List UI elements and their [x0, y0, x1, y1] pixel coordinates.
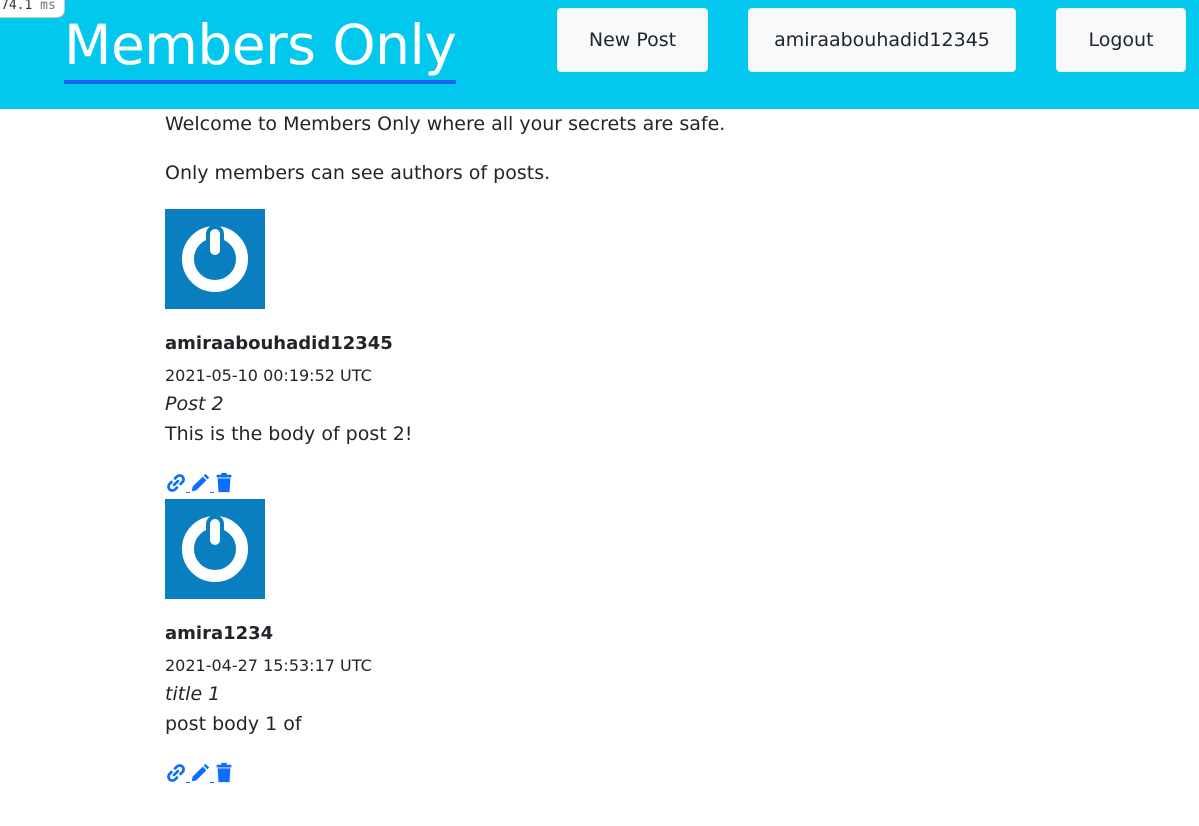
- post-body: This is the body of post 2!: [165, 423, 413, 445]
- trash-icon[interactable]: [213, 762, 235, 784]
- post-actions: [165, 761, 237, 785]
- brand-link[interactable]: Members Only: [64, 10, 457, 84]
- post-author: amiraabouhadid12345: [165, 333, 393, 354]
- new-post-button[interactable]: New Post: [557, 8, 708, 72]
- perf-timer-unit: ms: [40, 0, 56, 13]
- welcome-text: Welcome to Members Only where all your s…: [165, 113, 726, 135]
- post-actions: [165, 471, 237, 495]
- avatar-power-icon: [165, 209, 265, 309]
- pencil-icon[interactable]: [189, 762, 214, 784]
- post-title: title 1: [165, 683, 221, 705]
- trash-icon[interactable]: [213, 472, 235, 494]
- post-timestamp: 2021-05-10 00:19:52 UTC: [165, 366, 372, 385]
- pencil-icon[interactable]: [189, 472, 214, 494]
- avatar-power-icon: [165, 499, 265, 599]
- user-profile-button[interactable]: amiraabouhadid12345: [748, 8, 1016, 72]
- post-timestamp: 2021-04-27 15:53:17 UTC: [165, 656, 372, 675]
- top-navbar: Members Only New Post amiraabouhadid1234…: [0, 0, 1199, 109]
- post-item: amiraabouhadid12345 2021-05-10 00:19:52 …: [165, 209, 765, 493]
- link-icon[interactable]: [165, 472, 190, 494]
- post-title: Post 2: [165, 393, 224, 415]
- perf-timer: 74.1 ms: [0, 0, 65, 18]
- perf-timer-value: 74.1: [1, 0, 33, 13]
- logout-button[interactable]: Logout: [1056, 8, 1186, 72]
- post-author: amira1234: [165, 623, 274, 644]
- post-item: amira1234 2021-04-27 15:53:17 UTC title …: [165, 499, 765, 783]
- post-body: post body 1 of: [165, 713, 302, 735]
- link-icon[interactable]: [165, 762, 190, 784]
- members-note: Only members can see authors of posts.: [165, 162, 551, 184]
